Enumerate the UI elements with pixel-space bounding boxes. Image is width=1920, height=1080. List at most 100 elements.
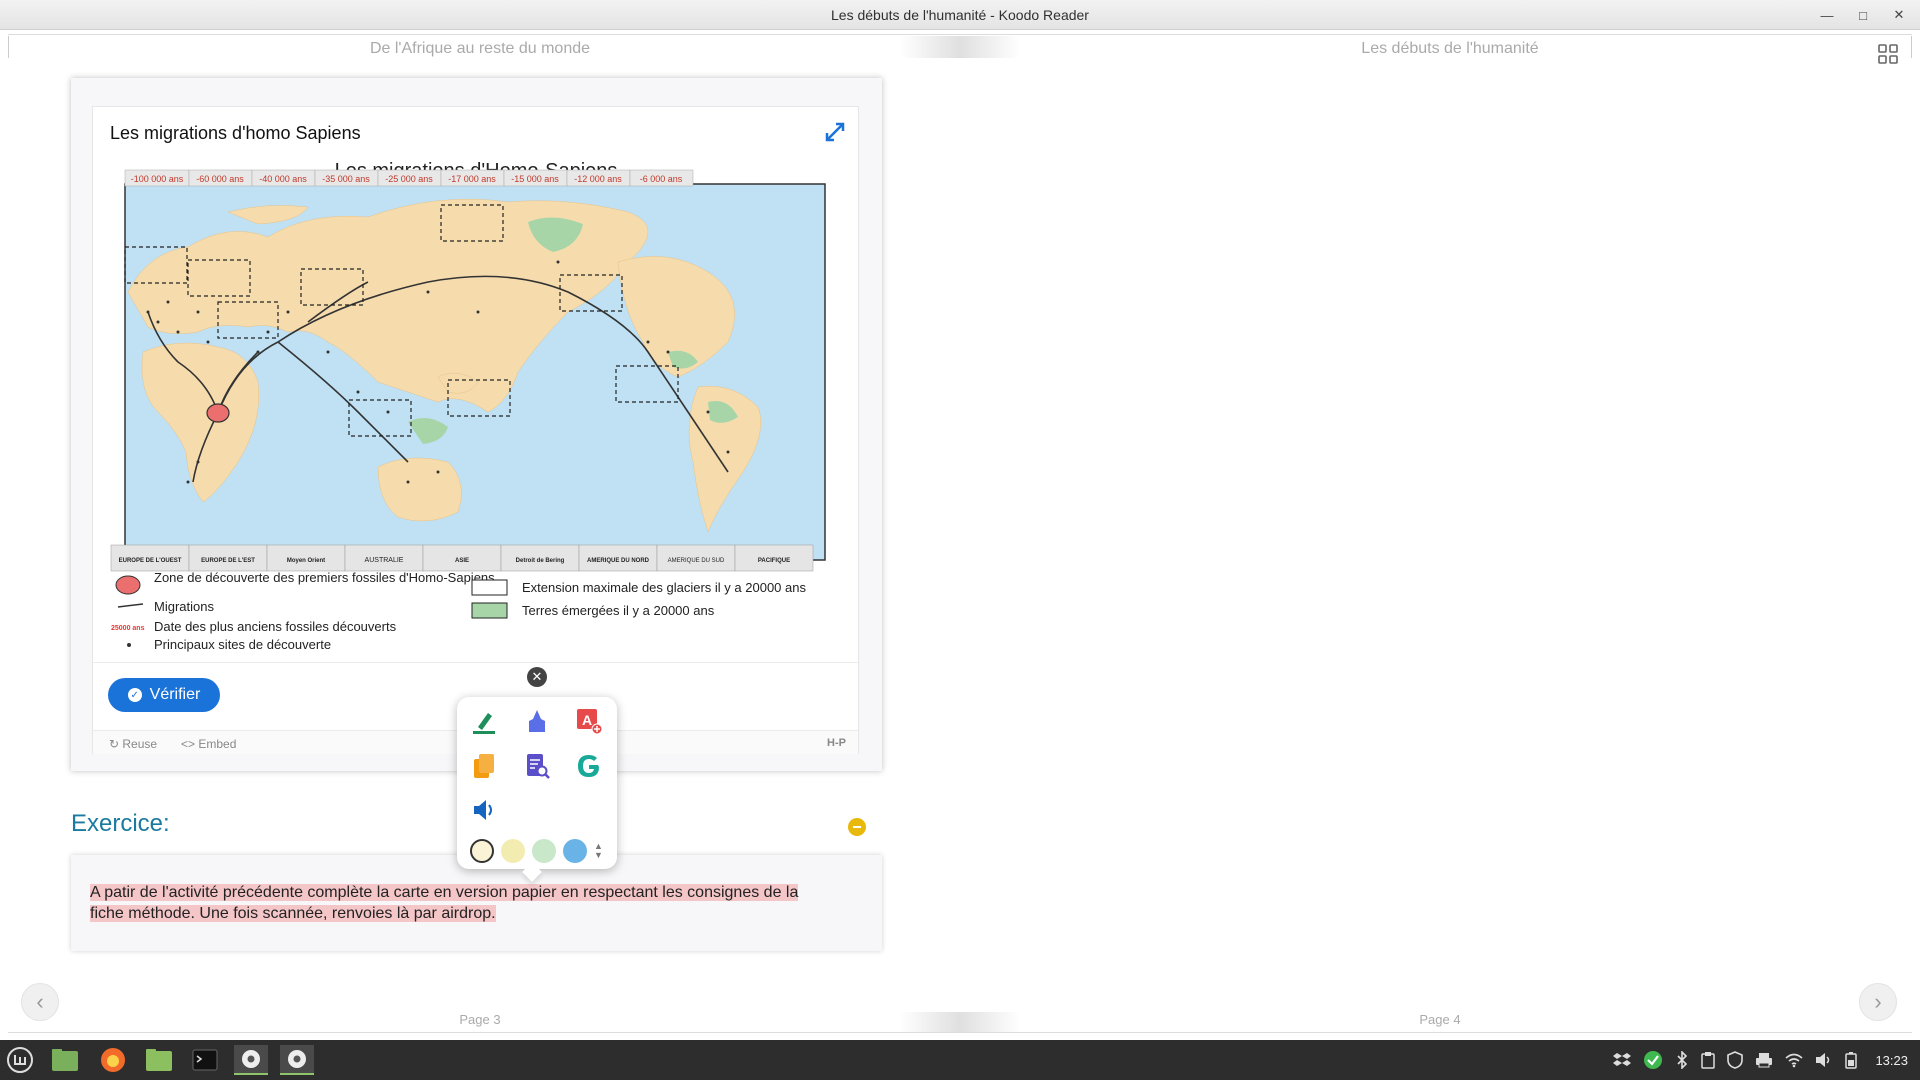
svg-text:Moyen Orient: Moyen Orient (287, 558, 325, 564)
origin-zone (206, 403, 230, 423)
popup-close-icon[interactable]: ✕ (527, 667, 547, 687)
verify-label: Vérifier (149, 686, 201, 703)
h5p-title: Les migrations d'homo Sapiens (110, 123, 361, 143)
dropbox-icon[interactable] (1613, 1052, 1632, 1068)
verify-button[interactable]: ✓ Vérifier (108, 678, 220, 712)
next-page-button[interactable]: › (1859, 983, 1897, 1021)
svg-text:-40 000 ans: -40 000 ans (259, 174, 307, 184)
files-launcher[interactable] (48, 1045, 82, 1075)
highlight-pen-icon[interactable] (470, 707, 498, 735)
color-swatch-blue[interactable] (563, 839, 587, 863)
marker-icon[interactable] (523, 707, 551, 735)
svg-text:Zone de découverte des premier: Zone de découverte des premiers fossiles… (154, 570, 495, 585)
exercise-title: Exercice: (71, 810, 170, 837)
grid-view-icon[interactable] (1878, 44, 1898, 64)
annotation-popup: A ▲ ▼ (457, 697, 617, 882)
gear-icon (242, 1050, 260, 1068)
color-swatch-cream[interactable] (470, 839, 494, 863)
svg-text:AUSTRALIE: AUSTRALIE (365, 557, 404, 564)
svg-text:Terres émergées il y a 20000 a: Terres émergées il y a 20000 ans (522, 603, 715, 618)
left-page-number: Page 3 (459, 1012, 501, 1027)
svg-text:EUROPE DE L'OUEST: EUROPE DE L'OUEST (119, 558, 182, 564)
clipboard-icon[interactable] (1701, 1051, 1716, 1069)
chevron-left-icon: ‹ (36, 989, 44, 1014)
svg-text:AMERIQUE DU NORD: AMERIQUE DU NORD (587, 558, 650, 564)
color-swatch-yellow[interactable] (501, 839, 525, 863)
prev-page-button[interactable]: ‹ (21, 983, 59, 1021)
folder-green-icon (146, 1049, 172, 1071)
exercise-box: A patir de l'activité précédente complèt… (71, 855, 882, 951)
color-scroll-icon[interactable]: ▲ ▼ (594, 842, 603, 860)
right-page-edge (1911, 36, 1912, 58)
terminal-icon (192, 1049, 218, 1071)
svg-text:Principaux sites de découverte: Principaux sites de découverte (154, 637, 331, 652)
date-labels: -100 000 ans -60 000 ans -40 000 ans -35… (124, 169, 694, 187)
printer-icon[interactable] (1755, 1052, 1773, 1068)
maximize-icon[interactable]: □ (1852, 4, 1874, 26)
right-chapter-title: Les débuts de l'humanité (1361, 40, 1539, 57)
svg-text:-100 000 ans: -100 000 ans (131, 174, 184, 184)
svg-text:EUROPE DE L'EST: EUROPE DE L'EST (201, 558, 255, 564)
h5p-logo: H-P (827, 737, 846, 749)
settings-window-1[interactable] (234, 1045, 268, 1075)
svg-text:Date des plus anciens fossiles: Date des plus anciens fossiles découvert… (154, 619, 397, 634)
bottom-divider (8, 1032, 1912, 1033)
embed-link[interactable]: <> Embed (181, 737, 236, 751)
h5p-separator (93, 662, 858, 663)
shield-icon[interactable] (1727, 1051, 1744, 1069)
svg-text:-60 000 ans: -60 000 ans (196, 174, 244, 184)
svg-text:-25 000 ans: -25 000 ans (385, 174, 433, 184)
search-doc-icon[interactable] (523, 752, 551, 780)
speaker-icon[interactable] (470, 796, 498, 824)
reuse-link[interactable]: ↻ Reuse (109, 737, 157, 751)
terminal-launcher[interactable] (188, 1045, 222, 1075)
firefox-icon (101, 1048, 125, 1072)
folder-launcher[interactable] (142, 1045, 176, 1075)
close-icon[interactable]: ✕ (1888, 4, 1910, 26)
right-page-number: Page 4 (1419, 1012, 1461, 1027)
svg-text:-6 000 ans: -6 000 ans (640, 174, 683, 184)
svg-text:Detroit de Bering: Detroit de Bering (516, 558, 565, 564)
book-spine-top (900, 36, 1020, 58)
window-title: Les débuts de l'humanité - Koodo Reader (831, 6, 1089, 23)
mint-logo-icon (7, 1047, 33, 1073)
color-swatch-green[interactable] (532, 839, 556, 863)
migration-map: Les migrations d'Homo-Sapiens (110, 160, 826, 652)
bluetooth-icon[interactable] (1675, 1051, 1689, 1069)
volume-icon[interactable] (1815, 1052, 1833, 1068)
svg-text:PACIFIQUE: PACIFIQUE (758, 558, 790, 564)
wifi-icon[interactable] (1785, 1052, 1803, 1068)
svg-text:25000 ans: 25000 ans (111, 625, 145, 632)
svg-text:-15 000 ans: -15 000 ans (511, 174, 559, 184)
chevron-right-icon: › (1874, 989, 1882, 1014)
left-page-edge (8, 36, 9, 58)
folder-icon (52, 1049, 78, 1071)
collapse-icon[interactable] (848, 818, 866, 836)
copy-icon[interactable] (470, 752, 498, 780)
svg-text:-12 000 ans: -12 000 ans (574, 174, 622, 184)
map-legend: Zone de découverte des premiers fossiles… (111, 570, 806, 652)
svg-text:ASIE: ASIE (455, 558, 469, 564)
check-circle-icon: ✓ (127, 688, 142, 702)
highlighted-line-2: fiche méthode. Une fois scannée, renvoie… (90, 905, 496, 922)
left-chapter-title: De l'Afrique au reste du monde (369, 40, 591, 57)
gear-icon (288, 1050, 306, 1068)
exercise-text[interactable]: A patir de l'activité précédente complèt… (90, 882, 870, 924)
settings-window-2[interactable] (280, 1045, 314, 1075)
fullscreen-icon[interactable] (824, 121, 846, 143)
firefox-launcher[interactable] (96, 1045, 130, 1075)
system-tray: 13:23 (1613, 1040, 1908, 1080)
update-check-icon[interactable] (1643, 1050, 1663, 1070)
window-titlebar: Les débuts de l'humanité - Koodo Reader … (0, 0, 1920, 30)
translate-icon[interactable]: A (575, 707, 603, 735)
mint-menu-button[interactable] (3, 1045, 37, 1075)
svg-text:AMERIQUE DU SUD: AMERIQUE DU SUD (668, 558, 725, 564)
highlight-colors (470, 839, 587, 863)
h5p-container: Les migrations d'homo Sapiens Les migrat… (71, 78, 882, 771)
minimize-icon[interactable]: — (1816, 4, 1838, 26)
google-icon[interactable] (575, 752, 603, 780)
top-divider (8, 34, 1912, 35)
svg-text:A: A (582, 712, 592, 728)
battery-icon[interactable] (1845, 1051, 1858, 1069)
clock[interactable]: 13:23 (1875, 1053, 1908, 1068)
